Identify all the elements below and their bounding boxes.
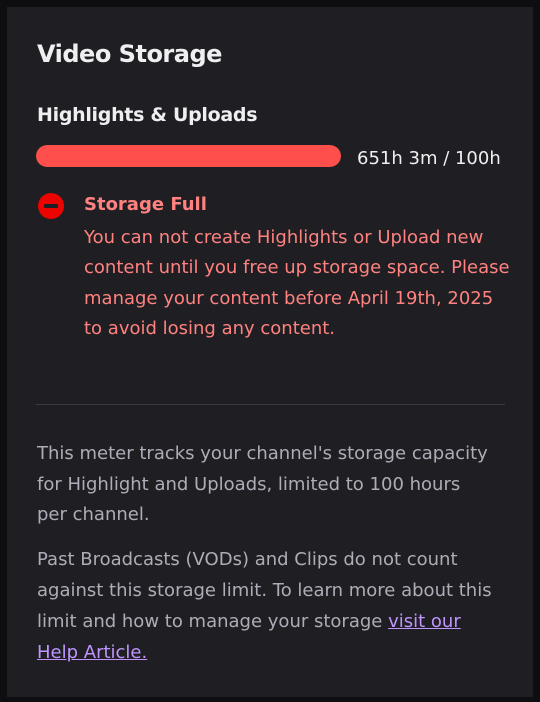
storage-meter (36, 145, 341, 167)
minus-circle-icon (38, 193, 64, 219)
alert-title: Storage Full (84, 194, 207, 215)
divider (36, 404, 505, 405)
panel-title: Video Storage (37, 40, 222, 68)
alert-message: You can not create Highlights or Upload … (84, 227, 510, 340)
video-storage-panel: Video Storage Highlights & Uploads 651h … (7, 7, 533, 697)
section-title: Highlights & Uploads (37, 104, 258, 126)
storage-meter-fill (36, 145, 341, 167)
info-paragraph: This meter tracks your channel's storage… (37, 443, 488, 525)
info-paragraph-limits: Past Broadcasts (VODs) and Clips do not … (37, 544, 507, 668)
storage-usage-text: 651h 3m / 100h (357, 148, 501, 169)
